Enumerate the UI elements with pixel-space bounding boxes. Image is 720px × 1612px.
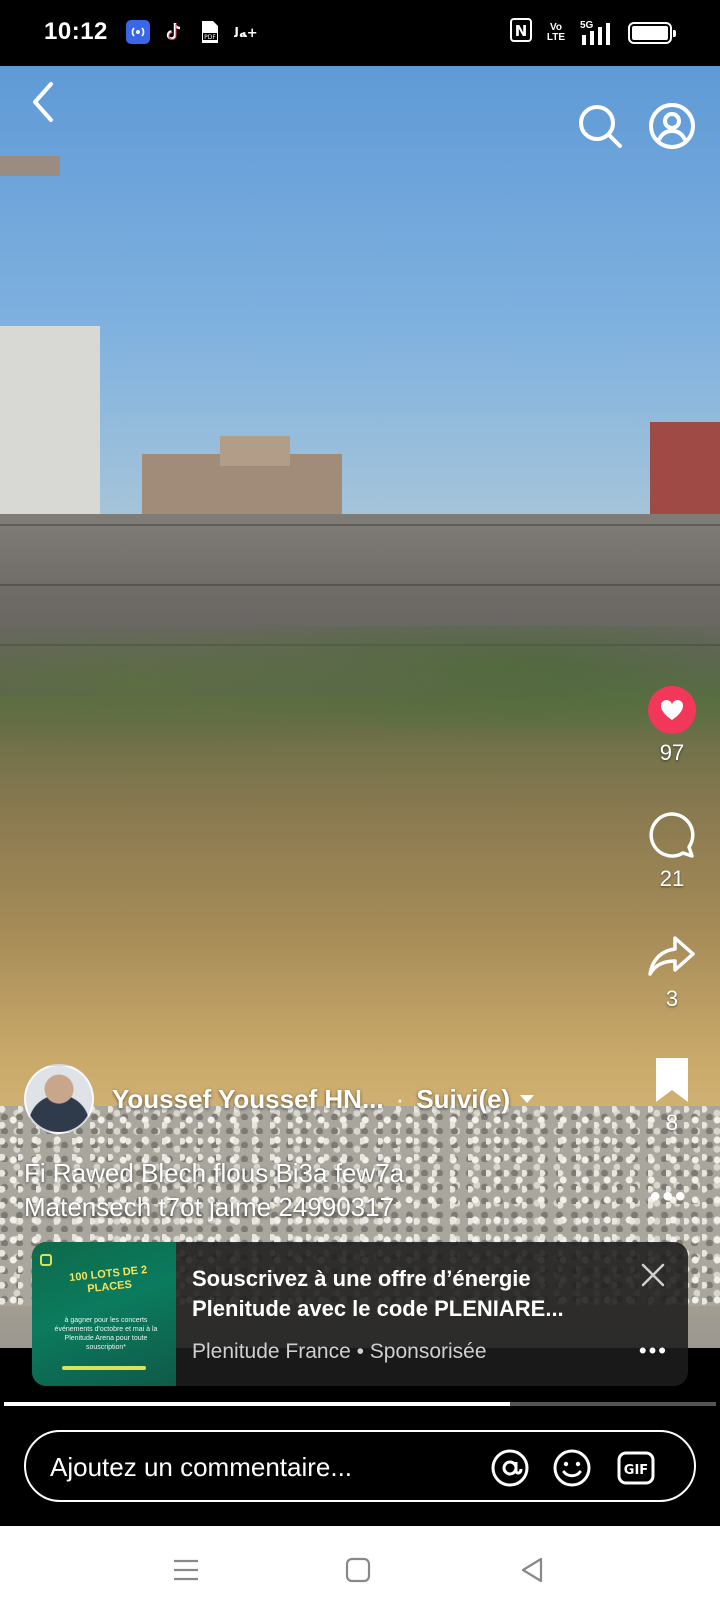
- comment-placeholder: Ajoutez un commentaire...: [50, 1452, 353, 1482]
- tiktok-icon: [162, 20, 186, 44]
- chevron-down-icon: [520, 1095, 535, 1103]
- volte-label: Vo LTE: [546, 21, 566, 43]
- pdf-icon: PDF: [198, 20, 222, 44]
- battery-fill: [632, 25, 668, 40]
- ad-title-line: Plenitude avec le code PLENIARE...: [192, 1296, 564, 1321]
- svg-text:ﻪﻟ+: ﻪﻟ+: [234, 26, 258, 41]
- ad-thumb-text: à gagner pour les concerts événements d'…: [54, 1317, 158, 1351]
- ad-thumbnail: 100 LOTS DE 2 PLACES à gagner pour les c…: [32, 1242, 176, 1386]
- notification-icon: ﻪﻟ+: [234, 20, 258, 44]
- ad-title-line: Souscrivez à une offre d’énergie: [192, 1266, 531, 1291]
- caption-line: Matensech t7ot jaime 24990317: [24, 1192, 395, 1222]
- ad-more-button[interactable]: •••: [639, 1338, 668, 1364]
- back-triangle-icon: [521, 1557, 543, 1583]
- svg-text:GIF: GIF: [624, 1463, 648, 1478]
- ad-thumb-badge: 100 LOTS DE 2 PLACES: [68, 1263, 148, 1296]
- system-nav-bar: [0, 1526, 720, 1612]
- comment-icon: [649, 812, 695, 858]
- more-options-button[interactable]: •••: [650, 1180, 688, 1214]
- save-count: 8: [665, 1110, 679, 1135]
- emoji-icon: [553, 1449, 591, 1487]
- profile-icon: [649, 103, 695, 149]
- caption-line: Fi Rawed Blech flous Bi3a few7a: [24, 1158, 405, 1188]
- video-building-left: [0, 326, 100, 516]
- menu-icon: [174, 1559, 198, 1581]
- ad-advertiser: Plenitude France: [192, 1340, 351, 1363]
- share-icon: [648, 936, 695, 976]
- author-row: Youssef Youssef HN... · Suivi(e): [24, 1064, 535, 1134]
- menu-button[interactable]: [166, 1550, 206, 1590]
- bookmark-icon: [656, 1058, 688, 1102]
- svg-text:N: N: [515, 22, 528, 40]
- ad-title: Souscrivez à une offre d’énergie Plenitu…: [192, 1264, 622, 1324]
- profile-button[interactable]: [648, 102, 696, 150]
- like-count: 97: [659, 740, 685, 765]
- reel-screen: 10:12 PDF ﻪﻟ+ N Vo LTE 5G 97 21 3 8 Yous…: [0, 0, 720, 1612]
- heart-icon: [660, 699, 684, 720]
- video-building-left-top: [0, 156, 60, 326]
- save-button[interactable]: 8: [640, 1056, 704, 1136]
- like-button[interactable]: 97: [640, 686, 704, 766]
- search-button[interactable]: [576, 102, 624, 150]
- video-progress-fill: [4, 1402, 510, 1406]
- ad-sponsored-label: Sponsorisée: [369, 1340, 487, 1363]
- status-right-icons: N Vo LTE 5G: [510, 18, 676, 47]
- nfc-icon: N: [510, 18, 532, 47]
- search-icon: [579, 105, 622, 148]
- status-left-icons: PDF ﻪﻟ+: [126, 20, 258, 44]
- wall-line: [0, 584, 720, 586]
- gif-icon: GIF: [617, 1451, 655, 1485]
- separator-dot: •: [356, 1340, 370, 1363]
- video-building-middle-top: [220, 436, 290, 466]
- avatar[interactable]: [24, 1064, 94, 1134]
- nav-back-button[interactable]: [512, 1550, 552, 1590]
- mention-button[interactable]: [490, 1448, 530, 1488]
- comment-count: 21: [659, 866, 685, 891]
- signal-icon: 5G: [580, 20, 614, 45]
- ad-close-button[interactable]: [638, 1260, 668, 1290]
- close-icon: [641, 1263, 665, 1287]
- video-progress-bar[interactable]: [4, 1402, 716, 1406]
- separator-dot: ·: [395, 1083, 405, 1114]
- ad-meta: Plenitude France • Sponsorisée: [192, 1340, 487, 1364]
- ad-thumb-bar: [62, 1366, 146, 1370]
- wall-line: [0, 524, 720, 526]
- back-icon: [33, 82, 53, 122]
- caption[interactable]: Fi Rawed Blech flous Bi3a few7a Matensec…: [24, 1156, 604, 1224]
- status-bar: 10:12 PDF ﻪﻟ+ N Vo LTE 5G: [0, 0, 720, 66]
- home-button[interactable]: [338, 1550, 378, 1590]
- like-icon-bg: [648, 686, 696, 734]
- ad-logo-icon: [40, 1254, 52, 1266]
- sponsored-card[interactable]: 100 LOTS DE 2 PLACES à gagner pour les c…: [32, 1242, 688, 1386]
- gif-button[interactable]: GIF: [616, 1448, 656, 1488]
- battery-icon: [628, 21, 676, 44]
- back-button[interactable]: [22, 80, 66, 124]
- mention-icon: [491, 1449, 529, 1487]
- follow-button[interactable]: Suivi(e): [416, 1083, 535, 1115]
- comment-button[interactable]: 21: [640, 810, 704, 892]
- comment-input[interactable]: Ajoutez un commentaire... GIF: [24, 1430, 696, 1502]
- svg-text:PDF: PDF: [204, 34, 216, 41]
- share-button[interactable]: 3: [640, 932, 704, 1012]
- share-count: 3: [665, 986, 679, 1011]
- author-name[interactable]: Youssef Youssef HN...: [112, 1084, 384, 1115]
- hotspot-icon: [126, 20, 150, 44]
- home-icon: [345, 1557, 371, 1583]
- video-grass: [0, 626, 720, 766]
- status-time: 10:12: [44, 18, 108, 45]
- follow-label: Suivi(e): [416, 1083, 511, 1114]
- emoji-button[interactable]: [552, 1448, 592, 1488]
